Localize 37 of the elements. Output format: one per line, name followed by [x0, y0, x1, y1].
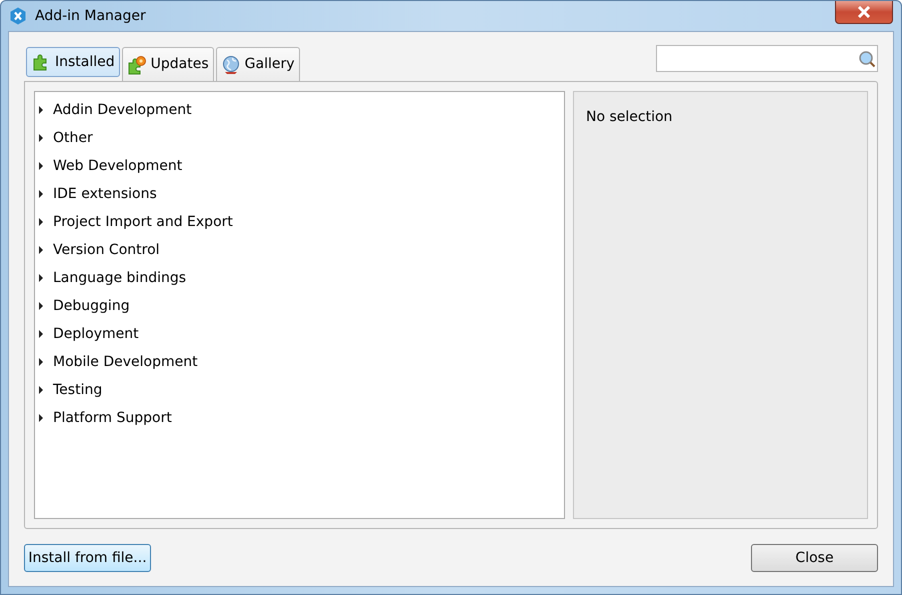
- app-logo-icon: [9, 7, 27, 25]
- tree-item[interactable]: Web Development: [35, 152, 564, 180]
- collapsed-arrow-icon[interactable]: [38, 190, 44, 198]
- collapsed-arrow-icon[interactable]: [38, 134, 44, 142]
- collapsed-arrow-icon[interactable]: [38, 330, 44, 338]
- puzzle-gear-icon: [126, 54, 147, 74]
- tree-item[interactable]: Project Import and Export: [35, 208, 564, 236]
- collapsed-arrow-icon[interactable]: [38, 218, 44, 226]
- tree-item[interactable]: Version Control: [35, 236, 564, 264]
- collapsed-arrow-icon[interactable]: [38, 162, 44, 170]
- tree-item[interactable]: Language bindings: [35, 264, 564, 292]
- tree-item[interactable]: Platform Support: [35, 404, 564, 432]
- collapsed-arrow-icon[interactable]: [38, 106, 44, 114]
- tree-item[interactable]: Debugging: [35, 292, 564, 320]
- tree-item[interactable]: Mobile Development: [35, 348, 564, 376]
- tree-item[interactable]: Other: [35, 124, 564, 152]
- collapsed-arrow-icon[interactable]: [38, 274, 44, 282]
- tree-item[interactable]: Deployment: [35, 320, 564, 348]
- tree-item[interactable]: Testing: [35, 376, 564, 404]
- search-field[interactable]: [656, 45, 878, 72]
- collapsed-arrow-icon[interactable]: [38, 414, 44, 422]
- window-title: Add-in Manager: [35, 6, 146, 26]
- collapsed-arrow-icon[interactable]: [38, 246, 44, 254]
- details-text: No selection: [586, 109, 672, 125]
- collapsed-arrow-icon[interactable]: [38, 302, 44, 310]
- dialog-button[interactable]: Close: [751, 544, 878, 572]
- tab[interactable]: Gallery: [216, 47, 300, 81]
- collapsed-arrow-icon[interactable]: [38, 358, 44, 366]
- collapsed-arrow-icon[interactable]: [38, 386, 44, 394]
- tab[interactable]: Installed: [26, 47, 120, 77]
- globe-icon: [220, 54, 241, 74]
- search-icon: [858, 50, 876, 68]
- tab[interactable]: Updates: [122, 47, 214, 81]
- close-icon[interactable]: [835, 1, 893, 24]
- tree-item[interactable]: Addin Development: [35, 96, 564, 124]
- tree-item[interactable]: IDE extensions: [35, 180, 564, 208]
- dialog-button[interactable]: Install from file...: [24, 544, 151, 572]
